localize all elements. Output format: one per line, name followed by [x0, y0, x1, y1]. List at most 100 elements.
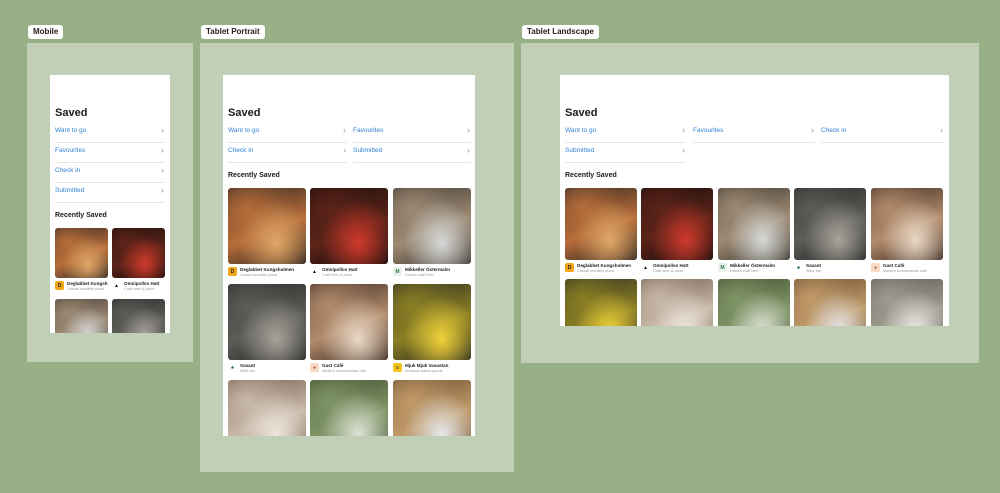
list-row-check-in[interactable]: Check in › — [228, 143, 347, 163]
place-photo — [228, 188, 306, 264]
place-card[interactable]: ≡Mjuk Mjuk VasastanArtisanal baked goods — [565, 279, 637, 326]
list-row-submitted[interactable]: Submitted › — [565, 143, 686, 163]
witch-hat-logo-icon: ▲ — [112, 281, 121, 290]
place-card[interactable]: ♣SavantWine bar — [794, 188, 866, 276]
place-subtitle: Casual woodfire pizza — [240, 273, 278, 277]
place-photo — [55, 299, 108, 333]
place-name: Deglabbet Kungsholmen — [240, 267, 295, 272]
list-row-label: Submitted — [353, 147, 383, 154]
mjuk-logo-icon: ≡ — [393, 363, 402, 372]
list-row-submitted[interactable]: Submitted › — [353, 143, 471, 163]
place-subtitle: Wine bar — [806, 269, 822, 273]
place-photo — [393, 380, 471, 436]
list-row-label: Want to go — [228, 127, 260, 134]
place-subtitle: Wine bar — [240, 369, 256, 373]
chevron-right-icon: › — [467, 125, 470, 135]
list-row-favourites[interactable]: Favourites › — [693, 123, 815, 143]
frame-label-tablet-portrait: Tablet Portrait — [201, 25, 265, 39]
place-photo — [718, 188, 790, 260]
place-photo — [55, 228, 108, 278]
list-row-label: Want to go — [55, 127, 87, 134]
list-row-label: Check in — [55, 167, 81, 174]
list-row-label: Favourites — [55, 147, 86, 154]
place-photo — [565, 279, 637, 326]
place-name: Mjuk Mjuk Vasastan — [405, 363, 449, 368]
place-card[interactable]: ● Gast Café Modern scandinavian cafe — [871, 188, 943, 276]
place-card[interactable]: ▲ Omnipollos Hatt Craft beer & pizza — [641, 188, 713, 276]
list-row-label: Favourites — [693, 127, 724, 134]
place-card[interactable]: MMikkeller ÖstermalmDanish craft beer — [718, 188, 790, 276]
list-row-favourites[interactable]: Favourites › — [55, 143, 165, 163]
place-card[interactable]: ≡Mjuk Mjuk VasastanArtisanal baked goods — [393, 284, 471, 379]
list-row-label: Submitted — [565, 147, 595, 154]
section-title-recently-saved: Recently Saved — [55, 212, 107, 219]
place-card[interactable]: MMikkeller ÖstermalmDanish craft beer — [55, 299, 108, 333]
witch-hat-logo-icon: ▲ — [310, 267, 319, 276]
chevron-right-icon: › — [811, 125, 814, 135]
list-row-check-in[interactable]: Check in › — [55, 163, 165, 183]
place-card[interactable]: DDeglabbet KungsholmenCasual woodfire pi… — [55, 228, 108, 300]
chevron-right-icon: › — [467, 145, 470, 155]
place-photo — [794, 279, 866, 326]
place-card[interactable] — [871, 279, 943, 326]
place-photo — [228, 380, 306, 436]
place-photo — [871, 279, 943, 326]
mikkeller-logo-icon: M — [718, 263, 727, 272]
place-subtitle: Casual woodfire pizza — [577, 269, 615, 273]
place-photo — [112, 228, 165, 278]
place-card[interactable]: ● Gast Café Modern scandinavian cafe — [310, 284, 388, 379]
place-card[interactable] — [794, 279, 866, 326]
place-subtitle: Modern scandinavian cafe — [883, 269, 928, 273]
tablet-portrait-screen: Saved Want to go › Favourites › Check in… — [223, 75, 475, 436]
place-card[interactable] — [310, 380, 388, 436]
list-row-favourites[interactable]: Favourites › — [353, 123, 471, 143]
place-name: Savant — [240, 363, 256, 368]
place-card[interactable] — [718, 279, 790, 326]
place-card[interactable] — [393, 380, 471, 436]
place-card[interactable]: ♣SavantWine bar — [228, 284, 306, 379]
chevron-right-icon: › — [343, 125, 346, 135]
leaf-logo-icon: ♣ — [228, 363, 237, 372]
place-photo — [718, 279, 790, 326]
place-photo — [112, 299, 165, 333]
list-row-want-to-go[interactable]: Want to go › — [228, 123, 347, 143]
chevron-right-icon: › — [940, 125, 943, 135]
place-subtitle: Danish craft beer — [405, 273, 434, 277]
place-name: Mikkeller Östermalm — [405, 267, 450, 272]
place-name: Deglabbet Kungsholmen — [577, 263, 632, 268]
place-name: Deglabbet Kungsholmen — [67, 281, 108, 286]
frame-label-mobile: Mobile — [28, 25, 64, 39]
list-row-want-to-go[interactable]: Want to go › — [55, 123, 165, 143]
place-name: Omnipollos Hatt — [322, 267, 358, 272]
chevron-right-icon: › — [161, 185, 164, 195]
tablet-landscape-frame: Saved Want to go › Favourites › Check in… — [521, 43, 979, 363]
place-card[interactable]: MMikkeller ÖstermalmDanish craft beer — [393, 188, 471, 283]
page-title: Saved — [55, 107, 88, 119]
tablet-landscape-screen: Saved Want to go › Favourites › Check in… — [560, 75, 949, 326]
tablet-portrait-frame: Saved Want to go › Favourites › Check in… — [200, 43, 514, 472]
pizza-logo-icon: D — [55, 281, 64, 290]
place-card[interactable]: ▲ Omnipollos Hatt Craft beer & pizza — [310, 188, 388, 283]
place-subtitle: Craft beer & pizza — [322, 273, 353, 277]
list-row-want-to-go[interactable]: Want to go › — [565, 123, 686, 143]
place-subtitle: Danish craft beer — [730, 269, 759, 273]
place-photo — [310, 284, 388, 360]
list-row-check-in[interactable]: Check in › — [821, 123, 944, 143]
place-card[interactable]: ▲ Omnipollos Hatt Craft beer & pizza — [112, 228, 165, 300]
mobile-screen: Saved Want to go › Favourites › Check in… — [50, 75, 170, 333]
chevron-right-icon: › — [682, 145, 685, 155]
list-row-label: Want to go — [565, 127, 597, 134]
place-photo — [565, 188, 637, 260]
place-card[interactable]: ♣SavantWine bar — [112, 299, 165, 333]
list-row-submitted[interactable]: Submitted › — [55, 183, 165, 203]
place-card[interactable]: DDeglabbet KungsholmenCasual woodfire pi… — [565, 188, 637, 276]
place-card[interactable] — [228, 380, 306, 436]
place-card[interactable]: DDeglabbet KungsholmenCasual woodfire pi… — [228, 188, 306, 283]
place-subtitle: Craft beer & pizza — [653, 269, 684, 273]
place-name: Mikkeller Östermalm — [730, 263, 775, 268]
pizza-logo-icon: D — [228, 267, 237, 276]
chevron-right-icon: › — [682, 125, 685, 135]
chevron-right-icon: › — [343, 145, 346, 155]
place-name: Gast Café — [883, 263, 905, 268]
place-card[interactable] — [641, 279, 713, 326]
